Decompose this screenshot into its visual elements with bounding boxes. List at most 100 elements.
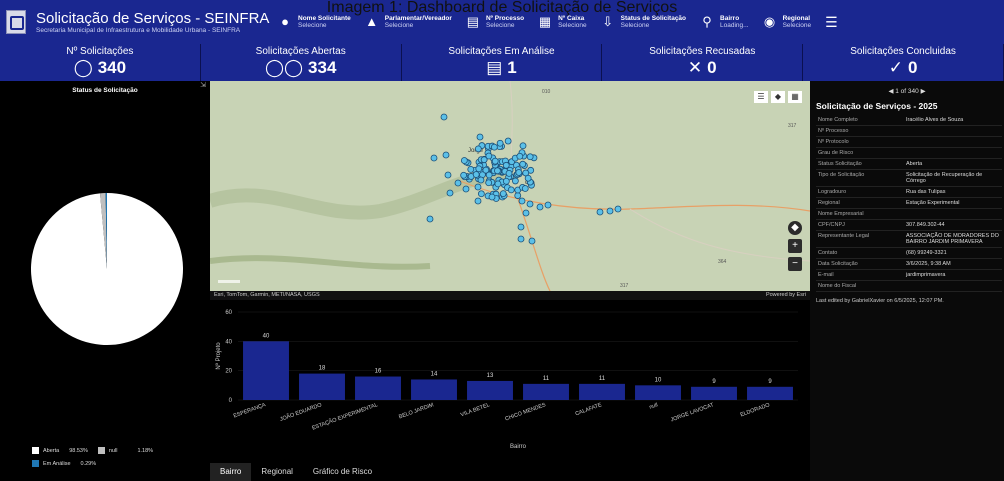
service-point[interactable]: [460, 157, 468, 164]
service-point[interactable]: [490, 143, 498, 151]
figure-caption: Imagem 1: Dashboard de Solicitação de Se…: [326, 0, 678, 16]
service-point[interactable]: [606, 207, 614, 215]
service-point[interactable]: [514, 192, 522, 199]
map-pin-icon: ◉: [763, 14, 776, 29]
service-point[interactable]: [502, 161, 510, 169]
bar-null[interactable]: [635, 385, 681, 400]
y-tick-label: 20: [225, 369, 232, 375]
service-point[interactable]: [524, 174, 532, 182]
service-point[interactable]: [528, 237, 536, 245]
service-point[interactable]: [596, 208, 604, 216]
bar-belo-jardim[interactable]: [411, 379, 457, 400]
box-icon: ▦: [538, 14, 552, 29]
service-point[interactable]: [476, 133, 484, 141]
service-point[interactable]: [536, 203, 544, 211]
bar-jorge-lavocat[interactable]: [691, 386, 737, 400]
service-point[interactable]: [485, 171, 493, 179]
legend-label: null: [108, 447, 118, 454]
filter-status[interactable]: ⇩ Status de Solicitação Selecione: [601, 15, 686, 30]
service-point[interactable]: [442, 151, 450, 159]
tab-regional[interactable]: Regional: [251, 463, 303, 481]
list-icon[interactable]: ☰: [754, 91, 768, 103]
service-point[interactable]: [494, 167, 501, 175]
filter-nome-solicitante[interactable]: ● Nome Solicitante Selecione: [278, 15, 351, 30]
bar-calafate[interactable]: [579, 383, 625, 400]
zoom-in-button[interactable]: +: [788, 239, 802, 253]
filter-value: Selecione: [384, 22, 414, 29]
service-point[interactable]: [426, 215, 434, 223]
kpi-value: 0: [907, 58, 918, 77]
service-point[interactable]: [519, 160, 527, 168]
map-view[interactable]: 010 317 364 317 Jorge co ☰ ◆ ▦ ◆ + −: [210, 81, 810, 291]
bar-esperança[interactable]: [243, 341, 289, 400]
bar-eldorado[interactable]: [747, 386, 793, 400]
service-point[interactable]: [518, 197, 526, 205]
expand-icon[interactable]: ⇲: [200, 81, 206, 89]
layers-icon[interactable]: ◆: [771, 91, 785, 103]
service-point[interactable]: [515, 169, 523, 176]
service-point[interactable]: [517, 235, 525, 243]
service-point[interactable]: [477, 190, 485, 198]
filter-bairro[interactable]: ⚲ Bairro Loading...: [700, 15, 748, 30]
bar-vila-betel[interactable]: [467, 380, 513, 400]
basemap-icon[interactable]: ▦: [788, 91, 802, 103]
service-point[interactable]: [491, 157, 499, 165]
next-record-icon[interactable]: ▶: [921, 88, 926, 95]
service-point[interactable]: [472, 171, 480, 178]
service-point[interactable]: [502, 177, 510, 185]
filter-value: Selecione: [620, 22, 650, 29]
map-canvas[interactable]: 010 317 364 317 Jorge co: [210, 81, 810, 291]
service-point[interactable]: [454, 179, 462, 187]
prev-record-icon[interactable]: ◀: [888, 88, 893, 95]
service-point[interactable]: [496, 139, 504, 147]
detail-row: Contato (68) 99249-3321: [816, 247, 1002, 259]
service-point[interactable]: [475, 165, 483, 173]
service-point[interactable]: [440, 113, 448, 121]
service-point[interactable]: [480, 156, 488, 164]
service-point[interactable]: [488, 193, 496, 201]
detail-key: CPF/CNPJ: [816, 219, 904, 231]
service-point[interactable]: [444, 171, 452, 179]
x-tick-label: VILA BETEL: [460, 402, 491, 418]
service-point[interactable]: [505, 169, 513, 177]
filter-caixa[interactable]: ▦ Nº Caixa Selecione: [538, 14, 587, 30]
service-point[interactable]: [507, 186, 515, 194]
service-point[interactable]: [477, 176, 485, 184]
menu-icon[interactable]: ☰: [825, 14, 838, 31]
service-point[interactable]: [474, 183, 482, 191]
tab-grafico-risco[interactable]: Gráfico de Risco: [303, 463, 382, 481]
detail-value: Solicitação de Recuperação de Córrego: [904, 169, 1002, 187]
service-point[interactable]: [474, 145, 482, 153]
filter-processo[interactable]: ▤ Nº Processo Selecione: [466, 15, 524, 30]
service-point[interactable]: [516, 152, 524, 160]
service-point[interactable]: [544, 201, 552, 209]
tab-bairro[interactable]: Bairro: [210, 463, 252, 481]
zoom-out-button[interactable]: −: [788, 257, 802, 271]
filter-parlamentar[interactable]: ▲ Parlamentar/Vereador Selecione: [365, 15, 452, 30]
service-point[interactable]: [446, 189, 454, 197]
service-point[interactable]: [499, 190, 507, 198]
service-point[interactable]: [522, 209, 530, 217]
bar-joão-eduardo[interactable]: [299, 373, 345, 400]
service-point[interactable]: [511, 177, 519, 185]
service-point[interactable]: [467, 165, 475, 173]
filter-regional[interactable]: ◉ Regional Selecione: [763, 14, 811, 30]
service-point[interactable]: [519, 142, 527, 150]
service-point[interactable]: [485, 179, 493, 187]
service-point[interactable]: [460, 171, 468, 179]
compass-icon[interactable]: ◆: [788, 221, 802, 235]
service-point[interactable]: [521, 185, 529, 192]
powered-by[interactable]: Powered by Esri: [766, 292, 806, 298]
kpi-title: Solicitações Abertas: [255, 46, 346, 57]
service-point[interactable]: [430, 154, 438, 162]
service-point[interactable]: [494, 180, 502, 188]
service-point[interactable]: [517, 223, 525, 231]
bar-estação-experimental[interactable]: [355, 376, 401, 400]
service-point[interactable]: [526, 153, 534, 161]
service-point[interactable]: [526, 200, 534, 208]
bar-chico-mendes[interactable]: [523, 383, 569, 400]
service-point[interactable]: [504, 137, 512, 145]
service-point[interactable]: [474, 197, 482, 205]
service-point[interactable]: [614, 205, 622, 213]
service-point[interactable]: [462, 185, 470, 193]
